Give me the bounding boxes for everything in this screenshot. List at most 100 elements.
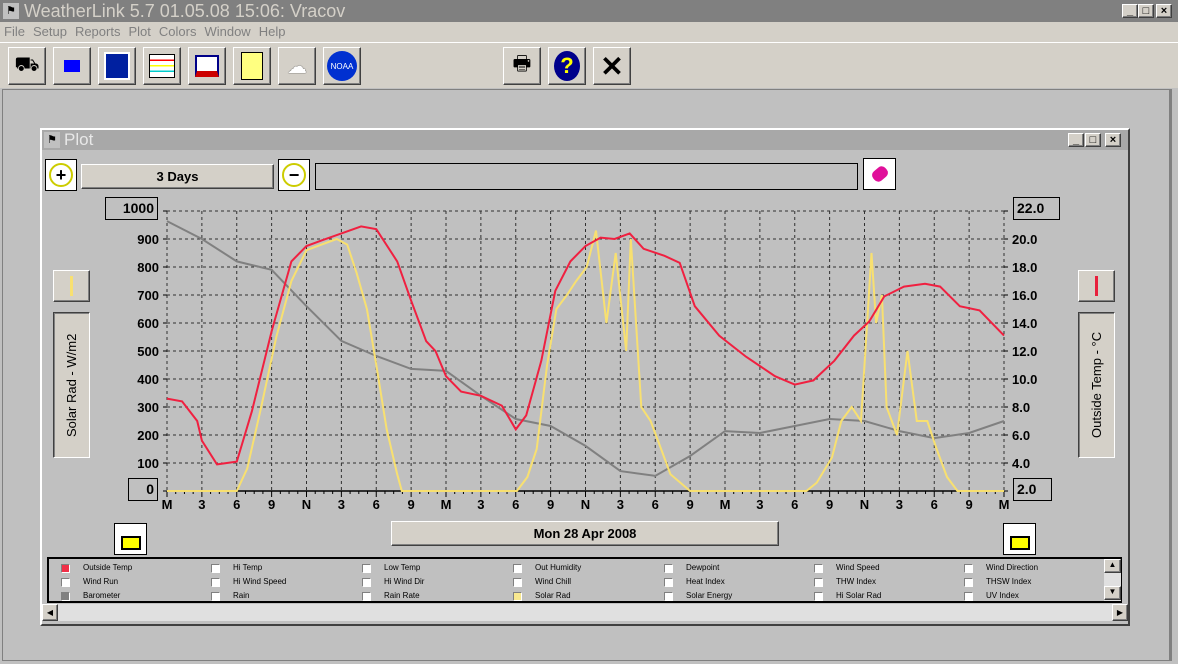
x-tick-label: M xyxy=(720,497,731,512)
legend-checkbox[interactable] xyxy=(964,578,973,587)
right-lock-button[interactable] xyxy=(1003,523,1036,555)
legend-label: UV Index xyxy=(986,591,1019,600)
menu-bar: File Setup Reports Plot Colors Window Help xyxy=(0,22,1178,42)
menu-help[interactable]: Help xyxy=(255,22,290,39)
close-button[interactable]: × xyxy=(1156,4,1172,18)
legend-scrollbar[interactable]: ▲ ▼ xyxy=(1104,559,1121,601)
legend-checkbox[interactable] xyxy=(513,564,522,573)
legend-label: THW Index xyxy=(836,577,877,586)
menu-reports[interactable]: Reports xyxy=(71,22,125,39)
legend-checkbox[interactable] xyxy=(362,578,371,587)
legend-checkbox[interactable] xyxy=(211,578,220,587)
legend-checkbox[interactable] xyxy=(814,564,823,573)
menu-colors[interactable]: Colors xyxy=(155,22,201,39)
legend-label: Outside Temp xyxy=(83,563,133,572)
right-tick-label: 10.0 xyxy=(1012,372,1037,387)
menu-file[interactable]: File xyxy=(0,22,29,39)
right-axis-label[interactable]: Outside Temp - °C xyxy=(1078,312,1115,458)
horizontal-scrollbar[interactable]: ◀ ▶ xyxy=(42,604,1128,621)
menu-setup[interactable]: Setup xyxy=(29,22,71,39)
right-tick-label: 4.0 xyxy=(1012,456,1030,471)
legend-label: Hi Solar Rad xyxy=(836,591,882,600)
left-tick-label: 600 xyxy=(137,316,159,331)
left-tick-label: 800 xyxy=(137,260,159,275)
scroll-left-button[interactable]: ◀ xyxy=(42,604,58,621)
legend-checkbox[interactable] xyxy=(362,564,371,573)
legend-checkbox[interactable] xyxy=(664,564,673,573)
station-icon[interactable]: ⛟ xyxy=(8,47,46,85)
minimize-button[interactable]: _ xyxy=(1122,4,1138,18)
x-tick-label: 9 xyxy=(826,497,833,512)
left-tick-label: 100 xyxy=(137,456,159,471)
x-tick-label: 9 xyxy=(268,497,275,512)
legend-checkbox[interactable] xyxy=(61,564,70,573)
legend-checkbox[interactable] xyxy=(211,564,220,573)
plot-window-icon: ⚑ xyxy=(44,132,60,148)
legend-checkbox[interactable] xyxy=(814,578,823,587)
right-tick-label: 18.0 xyxy=(1012,260,1037,275)
legend-label: Dewpoint xyxy=(686,563,720,572)
app-title-bar: ⚑ WeatherLink 5.7 01.05.08 15:06: Vracov… xyxy=(0,0,1178,22)
legend-checkbox[interactable] xyxy=(61,578,70,587)
zoom-in-icon: + xyxy=(49,163,73,187)
time-span-button[interactable]: 3 Days xyxy=(81,164,274,189)
exit-icon[interactable]: ✕ xyxy=(593,47,631,85)
legend-panel: Outside Temp Hi Temp Low Temp Out Humidity D… xyxy=(47,557,1122,603)
legend-checkbox[interactable] xyxy=(61,592,70,601)
menu-window[interactable]: Window xyxy=(200,22,254,39)
left-tick-label: 700 xyxy=(137,288,159,303)
toolbar: ⛟ ☁ NOAA 🖶 ? ✕ xyxy=(0,42,1178,88)
plot-window-title: Plot xyxy=(64,130,94,149)
print-icon[interactable]: 🖶 xyxy=(503,47,541,85)
eraser-icon xyxy=(869,164,890,184)
scroll-up-button[interactable]: ▲ xyxy=(1104,559,1121,573)
right-tick-label: 14.0 xyxy=(1012,316,1037,331)
x-tick-label: 9 xyxy=(966,497,973,512)
plot-icon[interactable] xyxy=(188,47,226,85)
maximize-button[interactable]: □ xyxy=(1138,4,1154,18)
legend-checkbox[interactable] xyxy=(964,564,973,573)
plot-minimize-button[interactable]: _ xyxy=(1068,133,1084,147)
left-axis-label[interactable]: Solar Rad - W/m2 xyxy=(53,312,90,458)
legend-label: Hi Wind Dir xyxy=(384,577,425,586)
range-field[interactable] xyxy=(315,163,858,190)
strip-charts-icon[interactable] xyxy=(143,47,181,85)
legend-checkbox[interactable] xyxy=(814,592,823,601)
zoom-out-button[interactable]: − xyxy=(278,159,310,191)
noaa-icon[interactable]: NOAA xyxy=(323,47,361,85)
legend-checkbox[interactable] xyxy=(362,592,371,601)
x-tick-label: 3 xyxy=(477,497,484,512)
zoom-out-icon: − xyxy=(282,163,306,187)
bulletin-icon[interactable] xyxy=(98,47,136,85)
x-tick-label: N xyxy=(581,497,590,512)
plot-chart[interactable]: M 3 6 9 N 3 6 9 M 3 6 9 N 3 6 9 M 3 6 9 N 3 6 9 M 900 20.0 800 18.0 7… xyxy=(122,200,1062,520)
x-tick-label: 3 xyxy=(198,497,205,512)
date-button[interactable]: Mon 28 Apr 2008 xyxy=(391,521,779,546)
help-icon[interactable]: ? xyxy=(548,47,586,85)
weather-icon[interactable]: ☁ xyxy=(278,47,316,85)
legend-label: Rain Rate xyxy=(384,591,420,600)
legend-label: Hi Temp xyxy=(233,563,263,572)
plot-close-button[interactable]: × xyxy=(1105,133,1121,147)
legend-checkbox[interactable] xyxy=(664,578,673,587)
legend-checkbox[interactable] xyxy=(513,592,522,601)
zoom-in-button[interactable]: + xyxy=(45,159,77,191)
legend-checkbox[interactable] xyxy=(964,592,973,601)
notebook-icon[interactable] xyxy=(233,47,271,85)
left-lock-button[interactable] xyxy=(114,523,147,555)
menu-plot[interactable]: Plot xyxy=(124,22,154,39)
legend-label: Hi Wind Speed xyxy=(233,577,287,586)
plot-maximize-button[interactable]: □ xyxy=(1085,133,1101,147)
legend-checkbox[interactable] xyxy=(664,592,673,601)
series-color-swatch xyxy=(70,276,73,296)
scroll-down-button[interactable]: ▼ xyxy=(1104,586,1121,600)
eraser-button[interactable] xyxy=(863,158,896,190)
temp-color-button[interactable] xyxy=(1078,270,1115,302)
mdi-border xyxy=(1170,89,1172,661)
scroll-right-button[interactable]: ▶ xyxy=(1112,604,1128,621)
legend-checkbox[interactable] xyxy=(211,592,220,601)
solar-color-button[interactable] xyxy=(53,270,90,302)
legend-checkbox[interactable] xyxy=(513,578,522,587)
x-tick-label: M xyxy=(441,497,452,512)
download-icon[interactable] xyxy=(53,47,91,85)
